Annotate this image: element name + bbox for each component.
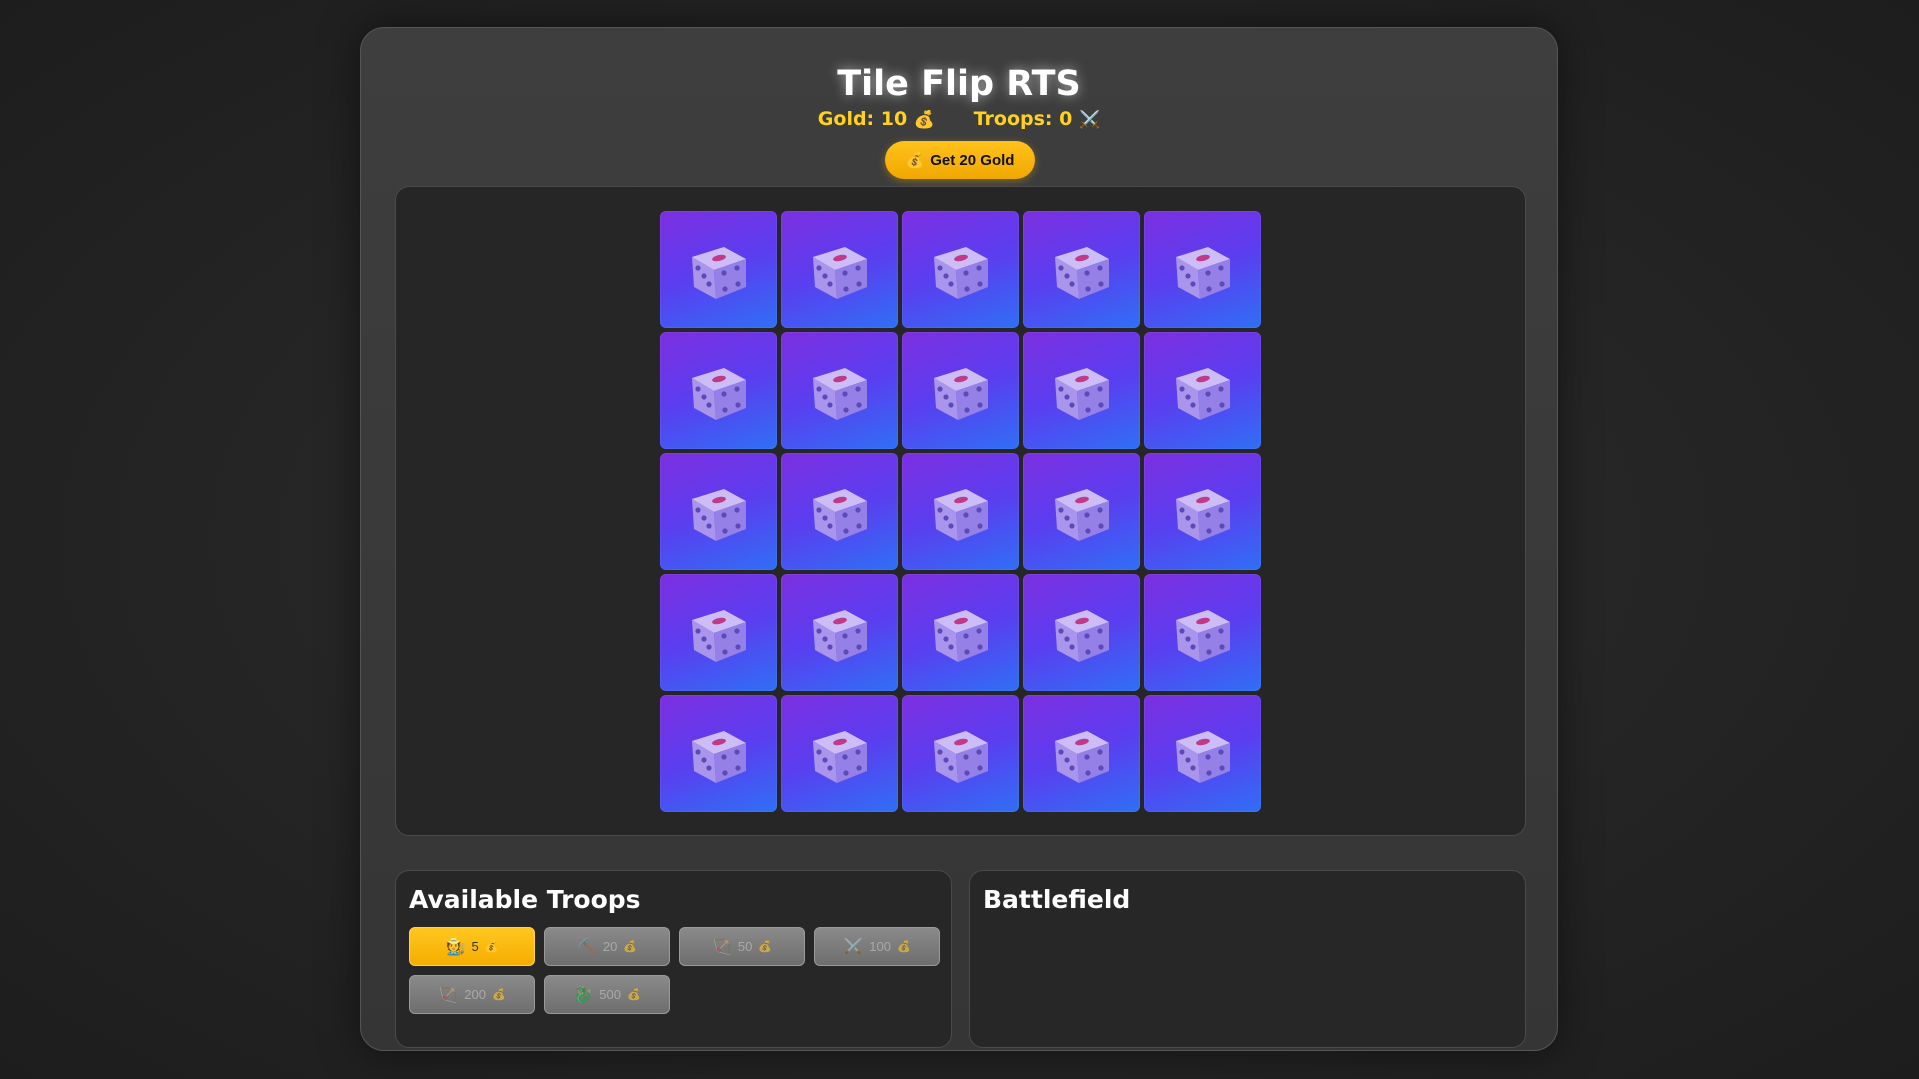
tile[interactable]: [1023, 211, 1140, 328]
dice-icon: [934, 610, 988, 662]
tile[interactable]: [660, 574, 777, 691]
dice-icon: [1055, 731, 1109, 783]
money-bag-icon: 💰: [484, 941, 499, 953]
dice-icon: [1176, 489, 1230, 541]
swords-icon: ⚔️: [843, 938, 864, 956]
troop-cost: 500: [599, 987, 621, 1002]
dragon-icon: 🐉: [573, 986, 594, 1004]
gold-label: Gold:: [817, 108, 875, 130]
tile[interactable]: [660, 332, 777, 449]
dice-icon: [813, 368, 867, 420]
troops-label: Troops:: [973, 108, 1053, 130]
money-bag-icon: 💰: [905, 152, 925, 169]
peasant-icon: 🧑‍🌾: [445, 938, 466, 956]
dice-icon: [1176, 731, 1230, 783]
tile[interactable]: [660, 453, 777, 570]
dice-icon: [813, 247, 867, 299]
dice-icon: [1055, 247, 1109, 299]
tile[interactable]: [902, 574, 1019, 691]
tile[interactable]: [902, 453, 1019, 570]
gold-value: 10: [880, 108, 908, 130]
troop-cost: 50: [737, 939, 753, 954]
tile-grid: [660, 211, 1261, 812]
troop-button-pickaxe[interactable]: ⛏️ 20 💰: [544, 927, 670, 966]
tile[interactable]: [660, 211, 777, 328]
dice-icon: [1055, 610, 1109, 662]
game-container: Tile Flip RTS Gold: 10 💰 Troops: 0 ⚔️ 💰 …: [360, 27, 1558, 1051]
tile[interactable]: [1144, 574, 1261, 691]
dice-icon: [934, 368, 988, 420]
get-gold-button[interactable]: 💰 Get 20 Gold: [885, 141, 1035, 179]
available-troops-panel: Available Troops 🧑‍🌾 5 💰 ⛏️ 20 💰 🏹 50 💰 ⚔️ 100 💰 🏹 20…: [395, 870, 952, 1048]
tile[interactable]: [781, 453, 898, 570]
troop-button-swords[interactable]: ⚔️ 100 💰: [814, 927, 940, 966]
dice-icon: [934, 489, 988, 541]
dice-icon: [692, 731, 746, 783]
dice-icon: [934, 731, 988, 783]
dice-icon: [692, 489, 746, 541]
dice-icon: [813, 610, 867, 662]
tile[interactable]: [1023, 332, 1140, 449]
money-bag-icon: 💰: [758, 941, 773, 953]
pickaxe-icon: ⛏️: [576, 938, 597, 956]
tile[interactable]: [660, 695, 777, 812]
dice-icon: [1176, 610, 1230, 662]
tile[interactable]: [1144, 695, 1261, 812]
tile[interactable]: [781, 574, 898, 691]
tile[interactable]: [1144, 453, 1261, 570]
troop-cost: 20: [602, 939, 618, 954]
tile[interactable]: [1144, 211, 1261, 328]
dice-icon: [813, 731, 867, 783]
dice-icon: [692, 368, 746, 420]
archer-icon: 🏹: [711, 938, 732, 956]
tile[interactable]: [1023, 453, 1140, 570]
game-title: Tile Flip RTS: [837, 64, 1081, 104]
available-troops-title: Available Troops: [409, 885, 641, 914]
tile-board: [395, 186, 1526, 836]
tile[interactable]: [781, 332, 898, 449]
get-gold-label: Get 20 Gold: [930, 151, 1015, 169]
tile[interactable]: [781, 211, 898, 328]
dice-icon: [1176, 368, 1230, 420]
troops-stat: Troops: 0 ⚔️: [974, 108, 1101, 130]
troop-button-crossbow[interactable]: 🏹 200 💰: [409, 975, 535, 1014]
troop-list: 🧑‍🌾 5 💰 ⛏️ 20 💰 🏹 50 💰 ⚔️ 100 💰 🏹 200 💰 🐉 500 💰: [409, 927, 949, 1014]
battlefield-panel: Battlefield: [969, 870, 1526, 1048]
troops-value: 0: [1059, 108, 1073, 130]
dice-icon: [1055, 489, 1109, 541]
tile[interactable]: [902, 332, 1019, 449]
troop-cost: 5: [471, 939, 479, 954]
crossbow-icon: 🏹: [438, 986, 459, 1004]
money-bag-icon: 💰: [896, 941, 911, 953]
troop-button-archer[interactable]: 🏹 50 💰: [679, 927, 805, 966]
tile[interactable]: [902, 695, 1019, 812]
tile[interactable]: [1144, 332, 1261, 449]
dice-icon: [1055, 368, 1109, 420]
battlefield-title: Battlefield: [983, 885, 1131, 914]
crossed-swords-icon: ⚔️: [1079, 110, 1101, 130]
stats-bar: Gold: 10 💰 Troops: 0 ⚔️: [361, 108, 1557, 130]
tile[interactable]: [902, 211, 1019, 328]
dice-icon: [813, 489, 867, 541]
money-bag-icon: 💰: [913, 110, 936, 130]
dice-icon: [692, 610, 746, 662]
tile[interactable]: [781, 695, 898, 812]
money-bag-icon: 💰: [491, 989, 506, 1001]
gold-stat: Gold: 10 💰: [818, 108, 942, 130]
dice-icon: [934, 247, 988, 299]
tile[interactable]: [1023, 574, 1140, 691]
troop-cost: 100: [869, 939, 891, 954]
dice-icon: [692, 247, 746, 299]
money-bag-icon: 💰: [623, 941, 638, 953]
dice-icon: [1176, 247, 1230, 299]
tile[interactable]: [1023, 695, 1140, 812]
troop-cost: 200: [464, 987, 486, 1002]
money-bag-icon: 💰: [626, 989, 641, 1001]
troop-button-peasant[interactable]: 🧑‍🌾 5 💰: [409, 927, 535, 966]
troop-button-dragon[interactable]: 🐉 500 💰: [544, 975, 670, 1014]
